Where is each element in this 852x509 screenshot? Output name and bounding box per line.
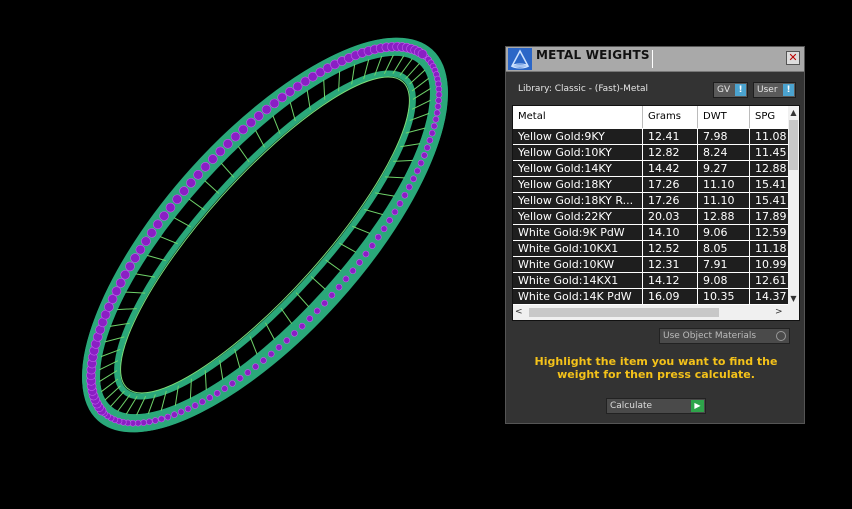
table-body: Yellow Gold:9KY 12.41 7.98 11.08 Yellow Gold… [513,129,788,305]
dropdown-icon: ! [735,84,746,96]
table-row[interactable]: Yellow Gold:10KY 12.82 8.24 11.45 [513,145,788,161]
table-cell: 7.98 [698,129,750,144]
instruction-text: Highlight the item you want to find the … [534,355,778,381]
title-separator [652,50,653,68]
table-cell: 11.10 [698,193,750,208]
table-cell: 9.08 [698,273,750,288]
scroll-left-icon[interactable]: < [515,307,525,318]
metal-table: Metal Grams DWT SPG Yellow Gold:9KY 12.41… [512,105,800,321]
table-row[interactable]: Yellow Gold:22KY 20.03 12.88 17.89 [513,209,788,225]
vertical-scrollbar[interactable]: ▲ ▼ [788,106,799,305]
scroll-down-icon[interactable]: ▼ [788,294,799,304]
table-row[interactable]: White Gold:9K PdW 14.10 9.06 12.59 [513,225,788,241]
column-header-dwt[interactable]: DWT [698,106,750,128]
table-row[interactable]: White Gold:14K PdW 16.09 10.35 14.37 [513,289,788,305]
table-cell: 8.24 [698,145,750,160]
table-cell: 20.03 [643,209,698,224]
table-cell: 16.09 [643,289,698,304]
table-cell: White Gold:9K PdW [513,225,643,240]
table-cell: 10.35 [698,289,750,304]
gv-dropdown-label: GV [717,85,731,95]
table-cell: 11.10 [698,177,750,192]
table-cell: Yellow Gold:9KY [513,129,643,144]
radio-icon[interactable] [776,331,786,341]
gv-dropdown[interactable]: GV ! [713,82,748,98]
table-cell: 14.12 [643,273,698,288]
table-cell: 14.37 [755,290,787,303]
panel-title: METAL WEIGHTS [536,48,650,62]
column-header-spg[interactable]: SPG [750,106,788,128]
use-object-materials-label: Use Object Materials [663,331,757,341]
table-cell: 15.41 [755,178,787,191]
table-row[interactable]: Yellow Gold:18KY 17.26 11.10 15.41 [513,177,788,193]
table-row[interactable]: Yellow Gold:18KY R... 17.26 11.10 15.41 [513,193,788,209]
table-header: Metal Grams DWT SPG [513,106,788,128]
library-label: Library: Classic - (Fast)-Metal [518,84,649,94]
metal-weights-app-icon [508,48,532,70]
ring-rib [310,276,326,290]
user-dropdown[interactable]: User ! [753,82,796,98]
table-cell: White Gold:10KW [513,257,643,272]
table-cell: 11.45 [755,146,787,159]
table-cell: 9.27 [698,161,750,176]
3d-viewport[interactable] [0,0,500,505]
use-object-materials-option[interactable]: Use Object Materials [659,328,790,344]
horizontal-scrollbar[interactable]: < > [513,305,799,320]
ring-rib [204,180,220,194]
table-row[interactable]: White Gold:10KX1 12.52 8.05 11.18 [513,241,788,257]
table-cell: 11.08 [755,130,787,143]
horizontal-scroll-thumb[interactable] [529,308,719,317]
calculate-button[interactable]: Calculate ▶ [606,398,706,414]
table-cell: 12.61 [755,274,787,287]
vertical-scroll-thumb[interactable] [789,120,798,170]
table-cell: Yellow Gold:18KY R... [513,193,643,208]
table-row[interactable]: White Gold:10KW 12.31 7.91 10.99 [513,257,788,273]
table-cell: 12.31 [643,257,698,272]
table-row[interactable]: Yellow Gold:14KY 14.42 9.27 12.88 [513,161,788,177]
title-bar[interactable]: METAL WEIGHTS ✕ [506,47,804,72]
play-icon: ▶ [691,400,704,412]
table-cell: 14.42 [643,161,698,176]
table-cell: Yellow Gold:18KY [513,177,643,192]
table-cell: 12.82 [643,145,698,160]
calculate-label: Calculate [610,401,653,411]
ring-wireframe-model [82,37,448,433]
table-row[interactable]: White Gold:14KX1 14.12 9.08 12.61 [513,273,788,289]
table-cell: Yellow Gold:22KY [513,209,643,224]
dropdown-icon: ! [783,84,794,96]
table-cell: 11.18 [755,242,787,255]
table-cell: White Gold:14KX1 [513,273,643,288]
column-header-metal[interactable]: Metal [513,106,643,128]
table-cell: 8.05 [698,241,750,256]
table-cell: 7.91 [698,257,750,272]
close-icon: ✕ [788,51,798,64]
table-cell: 17.26 [643,177,698,192]
table-cell: 14.10 [643,225,698,240]
table-cell: White Gold:10KX1 [513,241,643,256]
ring-band [114,70,416,400]
table-cell: White Gold:14K PdW [513,289,643,304]
table-cell: Yellow Gold:10KY [513,145,643,160]
scroll-up-icon[interactable]: ▲ [788,108,799,118]
metal-weights-panel: METAL WEIGHTS ✕ Library: Classic - (Fast… [505,46,805,424]
table-cell: 12.41 [643,129,698,144]
table-cell: Yellow Gold:14KY [513,161,643,176]
table-cell: 12.59 [755,226,787,239]
scroll-right-icon[interactable]: > [775,307,785,318]
table-cell: 9.06 [698,225,750,240]
user-dropdown-label: User [757,85,778,95]
column-header-grams[interactable]: Grams [643,106,698,128]
table-cell: 12.88 [698,209,750,224]
table-row[interactable]: Yellow Gold:9KY 12.41 7.98 11.08 [513,129,788,145]
table-cell: 12.88 [755,162,787,175]
table-cell: 15.41 [755,194,787,207]
ring-band [98,54,432,416]
table-cell: 12.52 [643,241,698,256]
table-cell: 17.26 [643,193,698,208]
table-cell: 17.89 [755,210,787,223]
table-cell: 10.99 [755,258,787,271]
close-button[interactable]: ✕ [786,51,800,65]
